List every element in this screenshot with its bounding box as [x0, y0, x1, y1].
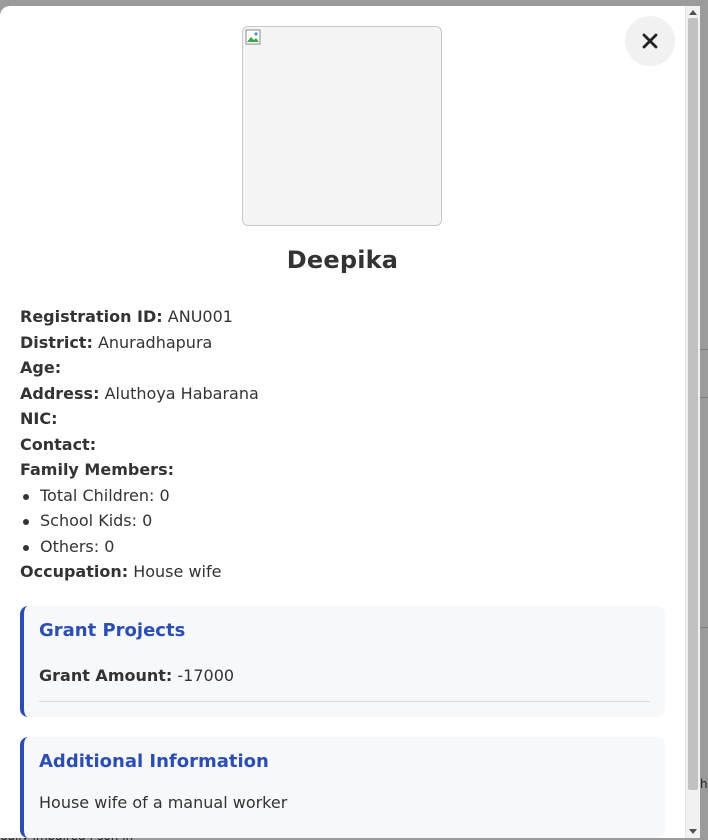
age-label: Age:	[20, 358, 62, 377]
grant-projects-title: Grant Projects	[39, 620, 186, 641]
district-value: Anuradhapura	[97, 332, 213, 352]
family-item-value: 0	[159, 485, 170, 505]
grant-amount-value: -17000	[177, 666, 235, 685]
close-icon	[642, 33, 658, 49]
profile-photo	[242, 26, 442, 226]
registration-id-label: Registration ID:	[20, 307, 163, 326]
district-label: District:	[20, 332, 93, 352]
scrollbar-thumb[interactable]	[688, 18, 698, 790]
address-value: Aluthoya Habarana	[104, 383, 259, 403]
family-item-value: 0	[142, 511, 153, 530]
contact-label: Contact:	[20, 434, 97, 454]
family-item-label: School Kids:	[40, 511, 138, 530]
list-item: School Kids: 0	[20, 510, 665, 536]
address-row: Address: Aluthoya Habarana	[20, 383, 665, 409]
address-label: Address:	[20, 383, 100, 403]
occupation-label: Occupation:	[20, 562, 129, 581]
close-button[interactable]	[625, 16, 675, 66]
family-members-row: Family Members:	[20, 459, 665, 485]
contact-row: Contact:	[20, 434, 665, 460]
registration-id-value: ANU001	[167, 307, 233, 326]
occupation-value: House wife	[133, 562, 222, 581]
list-item: Total Children: 0	[20, 485, 665, 511]
grant-amount-label: Grant Amount:	[39, 666, 173, 685]
additional-information-title: Additional Information	[39, 751, 269, 772]
list-item: Others: 0	[20, 536, 665, 562]
modal-scrollbar[interactable]	[685, 6, 700, 838]
district-row: District: Anuradhapura	[20, 332, 665, 358]
additional-information-text: House wife of a manual worker	[39, 793, 288, 812]
grant-amount-row: Grant Amount: -17000	[39, 666, 234, 685]
broken-image-icon	[245, 29, 261, 45]
family-item-label: Total Children:	[40, 485, 155, 505]
profile-modal: Deepika Registration ID: ANU001 District…	[0, 6, 700, 838]
background-text: he	[700, 777, 708, 791]
nic-row: NIC:	[20, 408, 665, 434]
nic-label: NIC:	[20, 409, 58, 428]
additional-information-panel: Additional Information House wife of a m…	[20, 737, 665, 838]
scroll-up-arrow-icon[interactable]	[689, 10, 697, 15]
scroll-down-arrow-icon[interactable]	[689, 829, 697, 834]
registration-id-row: Registration ID: ANU001	[20, 306, 665, 332]
age-row: Age:	[20, 357, 665, 383]
occupation-row: Occupation: House wife	[20, 561, 665, 587]
divider	[39, 701, 650, 702]
family-members-label: Family Members:	[20, 460, 174, 479]
family-item-value: 0	[104, 536, 115, 556]
profile-details: Registration ID: ANU001 District: Anurad…	[20, 306, 665, 587]
family-item-label: Others:	[40, 536, 100, 556]
grant-projects-panel: Grant Projects Grant Amount: -17000	[20, 606, 665, 717]
profile-name: Deepika	[286, 246, 399, 274]
